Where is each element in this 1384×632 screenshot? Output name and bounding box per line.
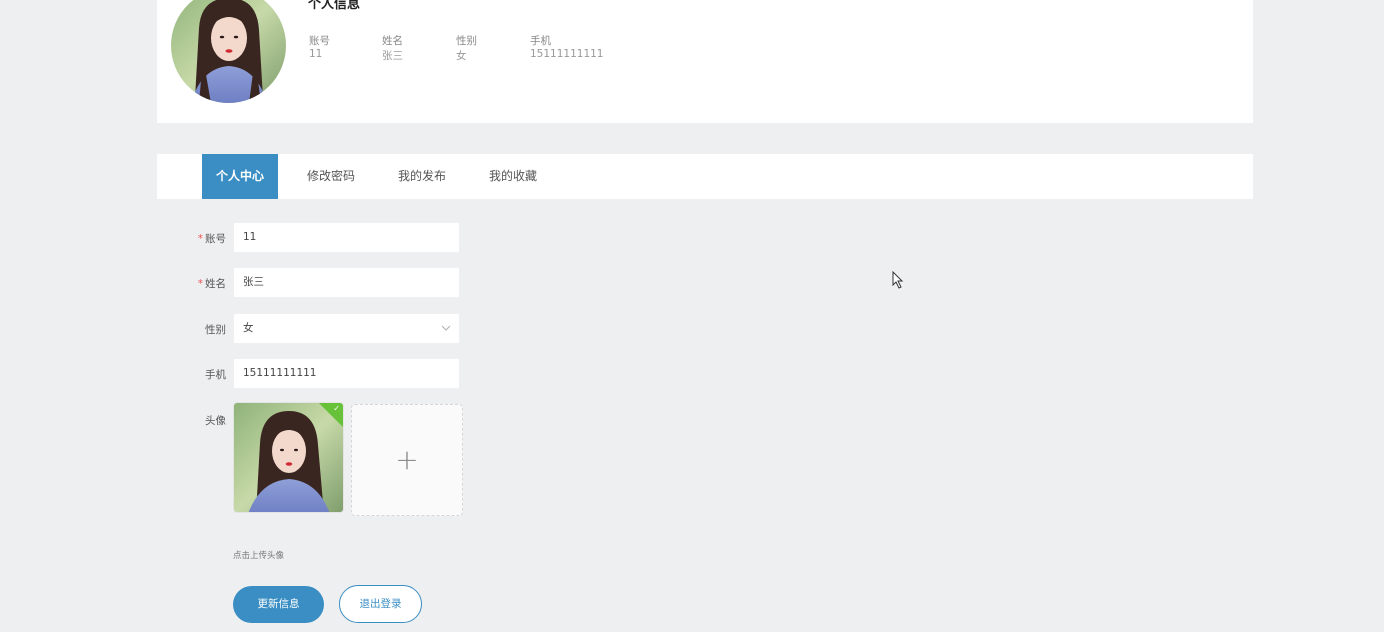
- info-name: 姓名 张三: [382, 33, 403, 63]
- info-account: 账号 11: [309, 33, 330, 60]
- info-label: 姓名: [382, 35, 403, 47]
- account-input[interactable]: 11: [233, 222, 460, 253]
- name-input[interactable]: 张三: [233, 267, 460, 298]
- required-mark: *: [197, 233, 203, 245]
- plus-icon: +: [395, 443, 419, 476]
- tab-change-password[interactable]: 修改密码: [307, 154, 355, 199]
- gender-select[interactable]: 女: [233, 313, 460, 344]
- info-phone: 手机 15111111111: [530, 33, 604, 60]
- avatar-photo: [171, 0, 286, 103]
- tab-bar: 个人中心 修改密码 我的发布 我的收藏: [157, 154, 1253, 199]
- chevron-down-icon: [441, 325, 451, 331]
- phone-input[interactable]: 15111111111: [233, 358, 460, 389]
- info-value: 15111111111: [530, 48, 604, 60]
- avatar: [171, 0, 286, 103]
- account-label: * 账号: [197, 233, 226, 245]
- info-label: 手机: [530, 35, 551, 47]
- profile-card: 个人信息 账号 11 姓名 张三 性别 女 手机 15111111111: [157, 0, 1253, 123]
- tab-personal-center[interactable]: 个人中心: [202, 154, 278, 199]
- tab-my-posts[interactable]: 我的发布: [398, 154, 446, 199]
- info-value: 11: [309, 48, 323, 60]
- avatar-upload-button[interactable]: +: [351, 404, 463, 516]
- avatar-label: 头像: [205, 415, 226, 427]
- info-label: 性别: [456, 35, 477, 47]
- check-icon: ✓: [333, 404, 340, 413]
- info-label: 账号: [309, 35, 330, 47]
- tab-my-favorites[interactable]: 我的收藏: [489, 154, 537, 199]
- required-mark: *: [197, 278, 203, 290]
- info-value: 张三: [382, 50, 403, 62]
- mouse-cursor-icon: [892, 271, 904, 289]
- name-label: * 姓名: [197, 278, 226, 290]
- update-info-button[interactable]: 更新信息: [233, 586, 324, 623]
- upload-tip: 点击上传头像: [233, 551, 285, 561]
- logout-button[interactable]: 退出登录: [339, 585, 422, 623]
- uploaded-avatar-photo: [234, 403, 343, 512]
- info-gender: 性别 女: [456, 33, 477, 63]
- gender-label: 性别: [205, 324, 226, 336]
- gender-select-value: 女: [243, 322, 254, 334]
- profile-title: 个人信息: [308, 0, 361, 12]
- phone-label: 手机: [205, 369, 226, 381]
- info-value: 女: [456, 50, 467, 62]
- uploaded-avatar-thumbnail[interactable]: ✓: [233, 402, 344, 513]
